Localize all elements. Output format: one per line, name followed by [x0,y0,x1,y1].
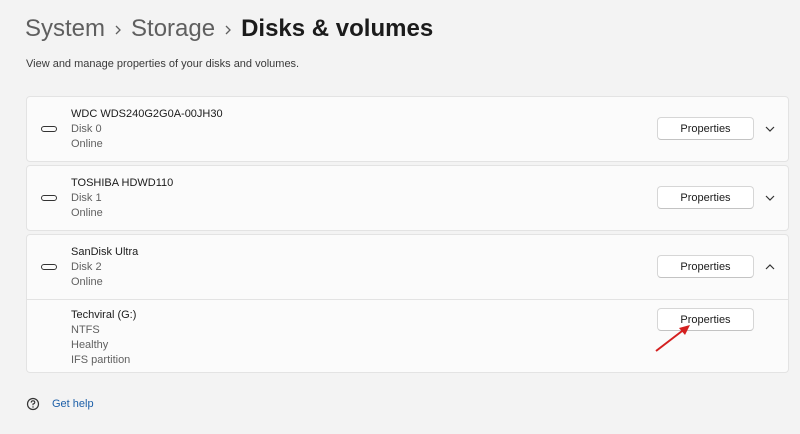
volume-info: Techviral (G:) NTFS Healthy IFS partitio… [71,308,136,368]
volume-type: IFS partition [71,354,131,366]
chevron-right-icon [215,14,241,44]
volume-row: Techviral (G:) NTFS Healthy IFS partitio… [27,299,788,372]
disk-status: Online [71,276,103,288]
disk-info: TOSHIBA HDWD110 Disk 1 Online [71,176,173,221]
disk-card: TOSHIBA HDWD110 Disk 1 Online Properties [26,165,789,231]
disk-row[interactable]: SanDisk Ultra Disk 2 Online Properties [27,235,788,299]
volume-health: Healthy [71,339,109,351]
properties-button[interactable]: Properties [657,255,754,278]
help-icon [26,397,40,411]
breadcrumb: System Storage Disks & volumes [25,14,433,44]
disk-name: SanDisk Ultra [71,246,139,258]
disk-number: Disk 1 [71,192,102,204]
chevron-down-icon[interactable] [763,122,777,136]
disk-info: WDC WDS240G2G0A-00JH30 Disk 0 Online [71,107,223,152]
disk-status: Online [71,138,103,150]
disk-card-expanded: SanDisk Ultra Disk 2 Online Properties T… [26,234,789,373]
volume-properties-button[interactable]: Properties [657,308,754,331]
disk-number: Disk 2 [71,261,102,273]
volume-name: Techviral (G:) [71,309,137,321]
get-help-label[interactable]: Get help [52,398,94,410]
disk-row[interactable]: WDC WDS240G2G0A-00JH30 Disk 0 Online Pro… [27,97,788,161]
get-help-link[interactable]: Get help [26,397,94,411]
disk-number: Disk 0 [71,123,102,135]
page-description: View and manage properties of your disks… [26,58,300,70]
disk-row[interactable]: TOSHIBA HDWD110 Disk 1 Online Properties [27,166,788,230]
disk-name: TOSHIBA HDWD110 [71,177,174,189]
properties-button[interactable]: Properties [657,117,754,140]
chevron-up-icon[interactable] [763,260,777,274]
disk-info: SanDisk Ultra Disk 2 Online [71,245,138,290]
disk-status: Online [71,207,103,219]
volume-filesystem: NTFS [71,324,100,336]
page-title: Disks & volumes [241,15,434,42]
breadcrumb-storage[interactable]: Storage [131,14,215,44]
properties-button[interactable]: Properties [657,186,754,209]
chevron-down-icon[interactable] [763,191,777,205]
disk-card: WDC WDS240G2G0A-00JH30 Disk 0 Online Pro… [26,96,789,162]
chevron-right-icon [105,14,131,44]
hard-drive-icon [41,264,57,270]
hard-drive-icon [41,195,57,201]
hard-drive-icon [41,126,57,132]
breadcrumb-system[interactable]: System [25,14,105,44]
disk-name: WDC WDS240G2G0A-00JH30 [71,108,223,120]
